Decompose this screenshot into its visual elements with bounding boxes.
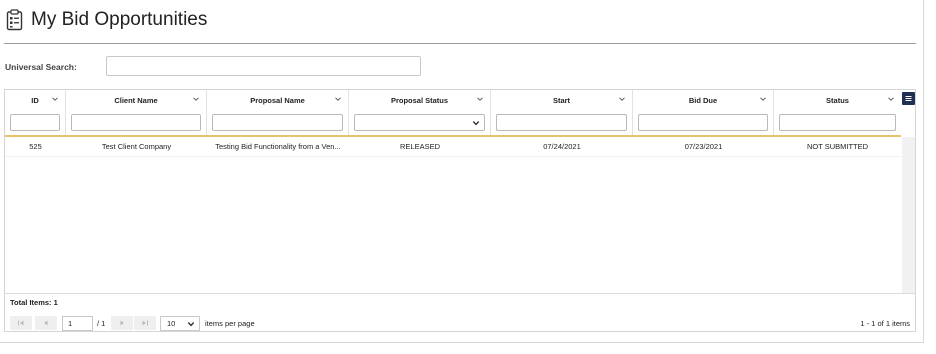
first-page-button[interactable] xyxy=(10,316,32,330)
cell-start: 07/24/2021 xyxy=(543,142,581,151)
chevron-down-icon xyxy=(472,121,480,126)
filter-start-input[interactable] xyxy=(496,114,627,131)
filter-status-input[interactable] xyxy=(779,114,896,131)
cell-status: NOT SUBMITTED xyxy=(806,142,869,151)
filter-proposal-status-select[interactable] xyxy=(354,114,485,131)
first-page-icon xyxy=(18,320,24,326)
page-size-value: 10 xyxy=(167,319,176,328)
column-header-bid-due[interactable]: Bid Due xyxy=(633,90,774,135)
cell-proposal-name: Testing Bid Functionality from a Ven... xyxy=(215,142,341,151)
column-header-client-name[interactable]: Client Name xyxy=(66,90,207,135)
page-title: My Bid Opportunities xyxy=(31,9,208,30)
page-count: / 1 xyxy=(97,319,106,328)
column-header-proposal-name[interactable]: Proposal Name xyxy=(207,90,349,135)
vertical-scrollbar[interactable] xyxy=(902,137,915,293)
cell-proposal-status: RELEASED xyxy=(399,142,441,151)
chevron-down-icon[interactable] xyxy=(759,95,767,103)
chevron-down-icon[interactable] xyxy=(192,95,200,103)
page-number-input[interactable]: 1 xyxy=(62,316,93,331)
column-header-start[interactable]: Start xyxy=(491,90,633,135)
cell-bid-due: 07/23/2021 xyxy=(684,142,723,151)
total-items: Total Items: 1 xyxy=(10,298,58,307)
chevron-down-icon xyxy=(187,322,195,327)
last-page-button[interactable] xyxy=(134,316,156,330)
previous-page-button[interactable] xyxy=(35,316,57,330)
chevron-down-icon[interactable] xyxy=(618,95,626,103)
items-per-page-label: items per page xyxy=(205,319,255,328)
page-container: My Bid Opportunities Universal Search: I… xyxy=(0,0,924,343)
column-header-proposal-status[interactable]: Proposal Status xyxy=(349,90,491,135)
filter-proposal-name-input[interactable] xyxy=(212,114,343,131)
next-page-icon xyxy=(120,320,124,326)
items-range: 1 - 1 of 1 items xyxy=(860,319,910,328)
chevron-down-icon[interactable] xyxy=(476,95,484,103)
previous-page-icon xyxy=(44,320,48,326)
table-row[interactable]: 525 Test Client Company Testing Bid Func… xyxy=(5,137,901,157)
filter-client-name-input[interactable] xyxy=(71,114,201,131)
column-label: Client Name xyxy=(114,96,158,105)
column-menu-button[interactable] xyxy=(902,92,915,105)
filter-bid-due-input[interactable] xyxy=(638,114,768,131)
last-page-icon xyxy=(142,320,148,326)
universal-search-input[interactable] xyxy=(106,56,421,76)
header-divider xyxy=(4,43,916,44)
chevron-down-icon[interactable] xyxy=(334,95,342,103)
cell-id: 525 xyxy=(29,142,42,151)
page-header: My Bid Opportunities xyxy=(6,6,207,34)
column-label: Start xyxy=(552,96,571,105)
column-header-status[interactable]: Status xyxy=(774,90,901,135)
chevron-down-icon[interactable] xyxy=(51,95,59,103)
cell-client-name: Test Client Company xyxy=(101,142,172,151)
hamburger-menu-icon xyxy=(905,96,912,101)
column-label: Proposal Status xyxy=(390,96,449,105)
column-header-id[interactable]: ID xyxy=(5,90,66,135)
column-label: Status xyxy=(826,96,849,105)
universal-search-label: Universal Search: xyxy=(5,62,77,72)
column-label: Bid Due xyxy=(688,96,718,105)
chevron-down-icon[interactable] xyxy=(887,95,895,103)
filter-id-input[interactable] xyxy=(10,114,60,131)
grid-footer: Total Items: 1 1 / 1 10 items per page 1… xyxy=(5,293,915,331)
page-size-select[interactable]: 10 xyxy=(160,316,200,331)
column-label: Proposal Name xyxy=(250,96,305,105)
grid-header: ID Client Name Proposal Name Proposal St… xyxy=(5,90,901,137)
bid-opportunities-grid: ID Client Name Proposal Name Proposal St… xyxy=(4,89,916,332)
clipboard-list-icon xyxy=(6,9,23,31)
next-page-button[interactable] xyxy=(111,316,133,330)
